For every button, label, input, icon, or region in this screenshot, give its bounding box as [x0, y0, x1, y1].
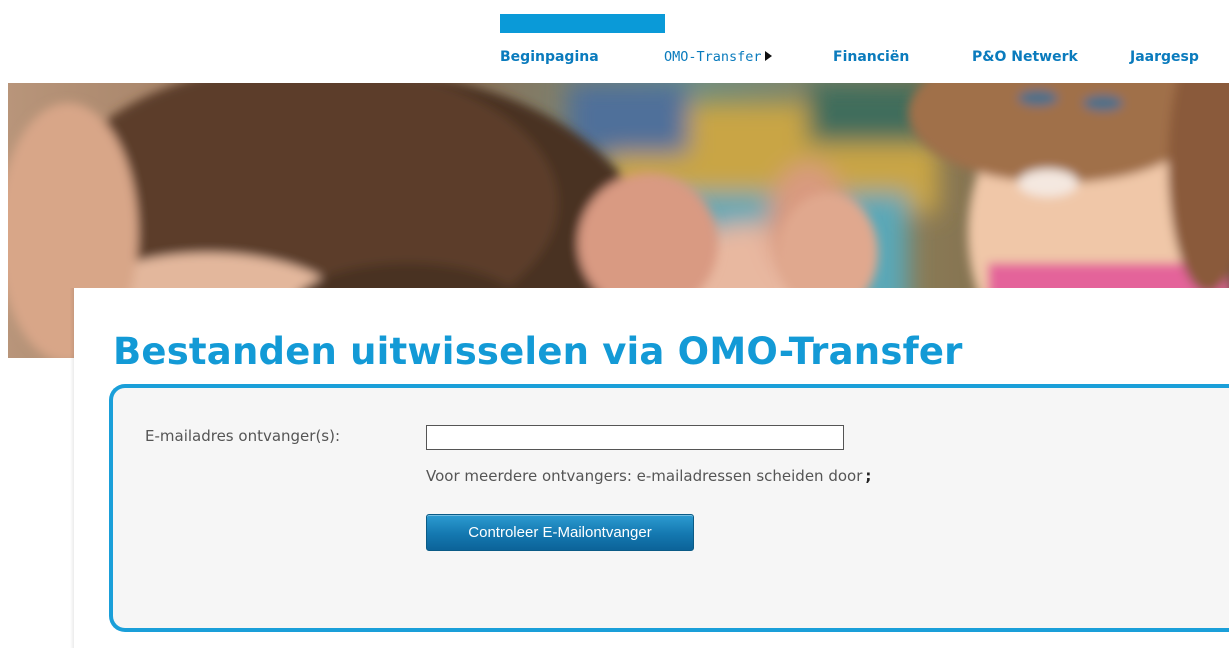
email-recipients-label: E-mailadres ontvanger(s):	[145, 427, 341, 445]
nav-item-financien[interactable]: Financiën	[833, 49, 909, 65]
recipients-hint: Voor meerdere ontvangers: e-mailadressen…	[426, 467, 871, 485]
nav-item-label: OMO-Transfer	[664, 49, 762, 65]
email-recipients-input[interactable]	[426, 425, 844, 450]
recipients-hint-text: Voor meerdere ontvangers: e-mailadressen…	[426, 467, 863, 485]
nav-item-beginpagina[interactable]: Beginpagina	[500, 49, 599, 65]
nav-item-omo-transfer[interactable]: OMO-Transfer	[664, 49, 772, 65]
triangle-right-icon	[764, 51, 772, 61]
nav-item-label: Jaargesp	[1130, 49, 1199, 65]
nav-active-indicator	[500, 14, 665, 33]
recipients-hint-separator: ;	[865, 467, 872, 485]
page-title: Bestanden uitwisselen via OMO-Transfer	[113, 330, 963, 373]
nav-item-jaargesprek[interactable]: Jaargesp	[1130, 49, 1199, 65]
nav-item-label: Beginpagina	[500, 49, 599, 65]
transfer-form-box	[109, 384, 1229, 632]
nav-item-label: P&O Netwerk	[972, 49, 1078, 65]
main-navigation: Beginpagina OMO-Transfer Financiën P&O N…	[500, 49, 1229, 69]
check-email-recipient-button[interactable]: Controleer E-Mailontvanger	[426, 514, 694, 551]
nav-item-label: Financiën	[833, 49, 910, 65]
nav-item-po-netwerk[interactable]: P&O Netwerk	[972, 49, 1078, 65]
